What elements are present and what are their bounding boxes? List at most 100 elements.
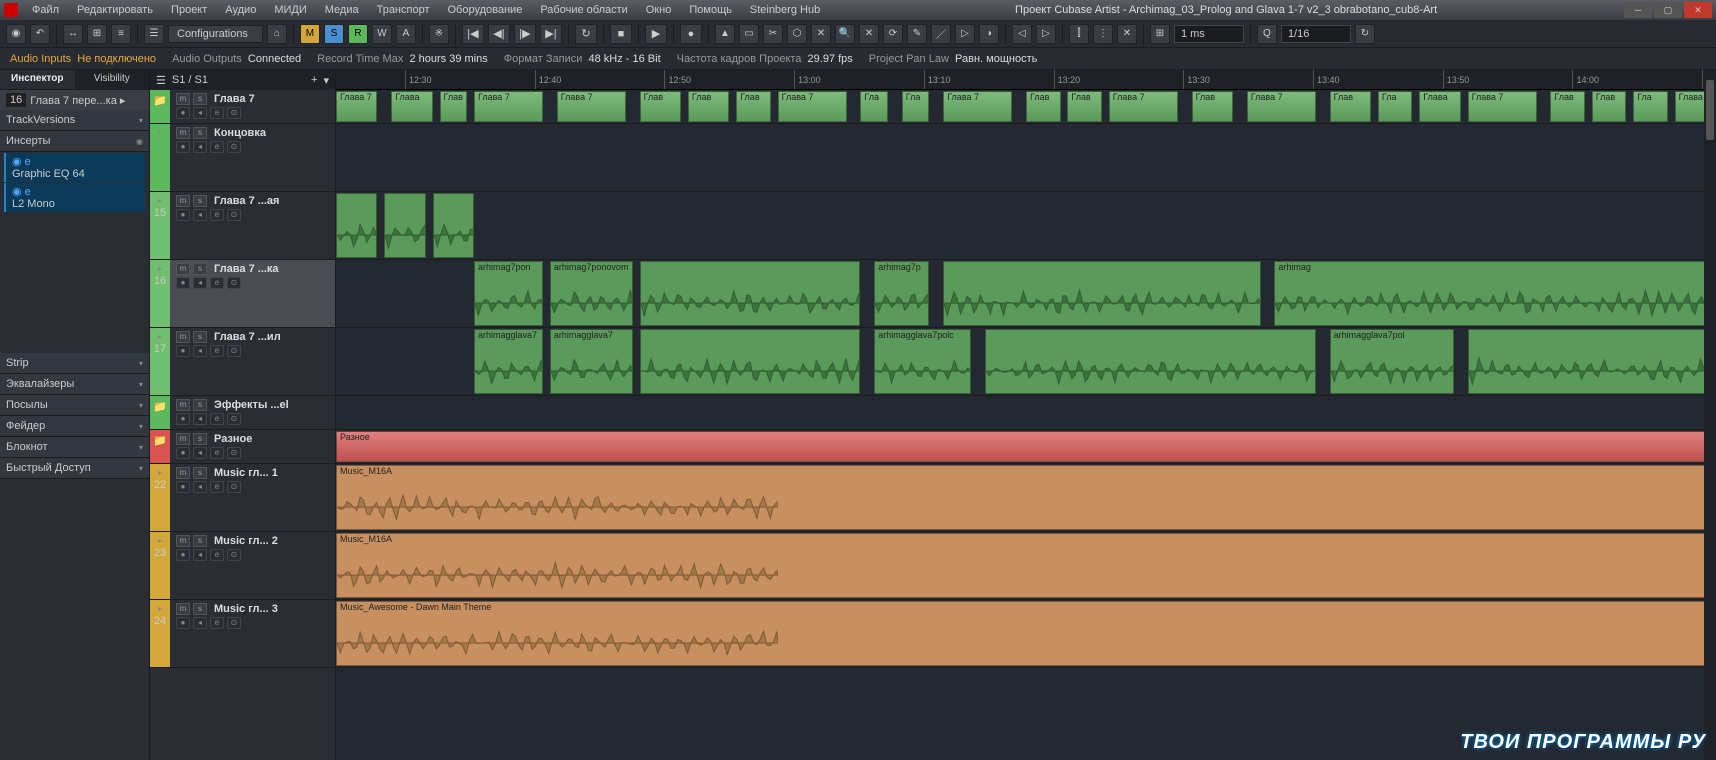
color-tool[interactable]: ◑ — [979, 24, 999, 44]
monitor-button[interactable]: ◂ — [193, 209, 207, 221]
add-track-button[interactable]: + — [311, 74, 317, 86]
track-row[interactable]: ▸23msMusic гл... 2●◂e⊙ — [150, 532, 335, 600]
mute-button[interactable]: m — [176, 603, 190, 615]
audio-clip[interactable]: Разное — [336, 431, 1716, 462]
quantize-edit-button[interactable]: ↻ — [1355, 24, 1375, 44]
audio-clip[interactable]: Глава 7 — [943, 91, 1012, 122]
transport-start-button[interactable]: |◀ — [462, 24, 484, 44]
tracklist-menu-icon[interactable]: ▾ — [323, 74, 329, 87]
freeze-button[interactable]: ⊙ — [227, 141, 241, 153]
automation-panel-button[interactable]: ☰ — [144, 24, 164, 44]
auto-scroll-button[interactable]: ※ — [429, 24, 449, 44]
quantize-button[interactable]: Q — [1257, 24, 1277, 44]
audio-clip[interactable]: Глава 7 — [778, 91, 847, 122]
menu-аудио[interactable]: Аудио — [217, 2, 264, 18]
grid-type-button[interactable]: ⊞ — [1150, 24, 1170, 44]
record-enable-button[interactable]: ● — [176, 481, 190, 493]
audio-clip[interactable]: Глав — [1330, 91, 1371, 122]
a-button[interactable]: A — [396, 24, 416, 44]
minimize-button[interactable]: ─ — [1624, 2, 1652, 18]
audio-clip[interactable] — [384, 193, 425, 258]
track-row[interactable]: ▸msКонцовка●◂e⊙ — [150, 124, 335, 192]
arrange-lane[interactable]: Глава 7ГлаваГлавГлава 7Глава 7ГлавГлавГл… — [336, 90, 1716, 124]
edit-button[interactable]: e — [210, 277, 224, 289]
monitor-button[interactable]: ◂ — [193, 107, 207, 119]
arrange-lane[interactable] — [336, 192, 1716, 260]
audio-clip[interactable]: Глав — [1592, 91, 1627, 122]
track-color-strip[interactable]: ▸17 — [150, 328, 170, 395]
audio-clip[interactable] — [943, 261, 1260, 326]
inserts-section[interactable]: Инсерты◉ — [0, 131, 149, 152]
snap-type-button[interactable]: ⋮ — [1093, 24, 1113, 44]
mute-button[interactable]: m — [176, 263, 190, 275]
monitor-button[interactable]: ◂ — [193, 277, 207, 289]
audio-clip[interactable]: Глав — [1550, 91, 1585, 122]
nudge-left-button[interactable]: ◁ — [1012, 24, 1032, 44]
menu-редактировать[interactable]: Редактировать — [69, 2, 161, 18]
audio-clip[interactable]: arhimag7pon — [474, 261, 543, 326]
menu-проект[interactable]: Проект — [163, 2, 215, 18]
arrange-lane[interactable] — [336, 396, 1716, 430]
monitor-button[interactable]: ◂ — [193, 549, 207, 561]
audio-clip[interactable]: Гла — [1633, 91, 1668, 122]
record-enable-button[interactable]: ● — [176, 209, 190, 221]
eq-section[interactable]: Эквалайзеры▾ — [0, 374, 149, 395]
edit-button[interactable]: e — [210, 413, 224, 425]
audio-clip[interactable] — [640, 329, 861, 394]
solo-all-button[interactable]: S — [324, 24, 344, 44]
menu-медиа[interactable]: Медиа — [317, 2, 367, 18]
menu-файл[interactable]: Файл — [24, 2, 67, 18]
audio-clip[interactable]: Music_Awesome - Dawn Main Theme — [336, 601, 1716, 666]
menu-транспорт[interactable]: Транспорт — [369, 2, 438, 18]
insert-slot-1[interactable]: ◉ eGraphic EQ 64 — [4, 153, 145, 182]
track-row[interactable]: ▸15msГлава 7 ...ая●◂e⊙ — [150, 192, 335, 260]
audio-clip[interactable]: Глав — [640, 91, 681, 122]
audio-clip[interactable]: Глава — [1419, 91, 1460, 122]
freeze-button[interactable]: ⊙ — [227, 481, 241, 493]
monitor-button[interactable]: ◂ — [193, 141, 207, 153]
track-row[interactable]: ▸16msГлава 7 ...ка●◂e⊙ — [150, 260, 335, 328]
audio-clip[interactable]: Глав — [1192, 91, 1233, 122]
menu-рабочие области[interactable]: Рабочие области — [532, 2, 635, 18]
freeze-button[interactable]: ⊙ — [227, 277, 241, 289]
inspector-tab[interactable]: Инспектор — [0, 70, 75, 89]
audio-clip[interactable]: arhimagglava7 — [474, 329, 543, 394]
monitor-button[interactable]: ◂ — [193, 617, 207, 629]
strip-section[interactable]: Strip▾ — [0, 353, 149, 374]
track-row[interactable]: ▸17msГлава 7 ...ил●◂e⊙ — [150, 328, 335, 396]
edit-button[interactable]: e — [210, 209, 224, 221]
solo-button[interactable]: s — [193, 127, 207, 139]
mute-button[interactable]: m — [176, 127, 190, 139]
audio-clip[interactable]: Глав — [1067, 91, 1102, 122]
audio-clip[interactable]: Глава — [391, 91, 432, 122]
transport-next-button[interactable]: |▶ — [514, 24, 536, 44]
transport-loop-button[interactable]: ↻ — [575, 24, 597, 44]
solo-button[interactable]: s — [193, 263, 207, 275]
monitor-button[interactable]: ◂ — [193, 413, 207, 425]
monitor-button[interactable]: ◂ — [193, 345, 207, 357]
record-enable-button[interactable]: ● — [176, 447, 190, 459]
track-color-strip[interactable]: ▸15 — [150, 192, 170, 259]
mute-all-button[interactable]: M — [300, 24, 320, 44]
freeze-button[interactable]: ⊙ — [227, 413, 241, 425]
edit-button[interactable]: e — [210, 617, 224, 629]
close-button[interactable]: ✕ — [1684, 2, 1712, 18]
crossfade-button[interactable]: ✕ — [1117, 24, 1137, 44]
track-color-strip[interactable]: ▸16 — [150, 260, 170, 327]
track-color-strip[interactable]: ▸ — [150, 124, 170, 191]
audio-clip[interactable]: Глава 7 — [1468, 91, 1537, 122]
activate-button[interactable]: ◉ — [6, 24, 26, 44]
freeze-button[interactable]: ⊙ — [227, 617, 241, 629]
arrange-lane[interactable]: arhimagglava7arhimagglava7arhimagglava7p… — [336, 328, 1716, 396]
line-tool[interactable]: ／ — [931, 24, 951, 44]
sends-section[interactable]: Посылы▾ — [0, 395, 149, 416]
solo-button[interactable]: s — [193, 195, 207, 207]
arrange-lane[interactable]: Music_M16A — [336, 532, 1716, 600]
quantize-value-field[interactable]: 1 ms — [1174, 25, 1244, 43]
history-button[interactable]: ↶ — [30, 24, 50, 44]
audio-clip[interactable]: arhimagglava7polc — [874, 329, 971, 394]
menu-миди[interactable]: МИДИ — [266, 2, 314, 18]
zoom-tool[interactable]: 🔍 — [835, 24, 855, 44]
mute-button[interactable]: m — [176, 195, 190, 207]
read-all-button[interactable]: R — [348, 24, 368, 44]
